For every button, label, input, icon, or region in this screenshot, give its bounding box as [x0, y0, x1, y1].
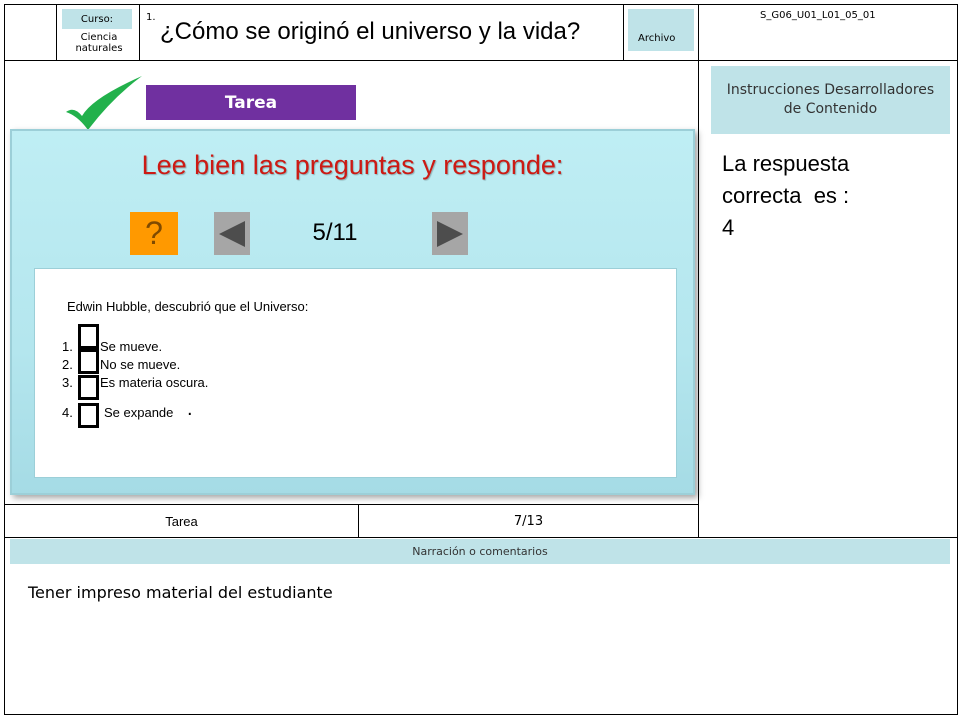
option-4-period: .	[187, 398, 193, 420]
option-1-text: Se mueve.	[100, 339, 163, 354]
narration-text: Tener impreso material del estudiante	[28, 583, 333, 602]
narration-top-line	[4, 537, 958, 538]
header-col-line-1	[56, 4, 57, 60]
arrow-left-icon	[219, 220, 245, 247]
archive-label: Archivo	[638, 33, 676, 44]
checkmark-icon	[66, 76, 142, 130]
option-2-number: 2.	[62, 357, 73, 372]
header-col-line-3	[623, 4, 624, 60]
next-button[interactable]	[432, 212, 468, 255]
course-value: Ciencia naturales	[75, 32, 123, 54]
option-3-text: Es materia oscura.	[100, 375, 209, 390]
answer-text: La respuesta correcta es :	[722, 151, 856, 208]
option-3-number: 3.	[62, 375, 73, 390]
option-4-checkbox[interactable]	[78, 403, 99, 428]
task-badge: Tarea	[146, 85, 356, 120]
option-2-text: No se mueve.	[100, 357, 181, 372]
header-divider	[4, 60, 958, 61]
panel-heading: Lee bien las preguntas y responde:	[141, 149, 564, 180]
page-title: ¿Cómo se originó el universo y la vida?	[160, 18, 581, 45]
option-4-number: 4.	[62, 405, 73, 420]
header-col-line-2	[139, 4, 140, 60]
answer-value: 4	[722, 215, 735, 240]
arrow-right-icon	[437, 220, 463, 247]
option-4-text: Se expande	[104, 405, 174, 420]
content-right-divider	[698, 4, 699, 537]
frame-right-line	[957, 4, 958, 715]
help-button[interactable]: ?	[130, 212, 178, 255]
option-2-checkbox[interactable]	[78, 349, 99, 374]
slide-code: S_G06_U01_L01_05_01	[760, 10, 876, 21]
archive-cell[interactable]: Archivo	[628, 9, 694, 51]
footer-page: 7/13	[513, 513, 544, 529]
previous-button[interactable]	[214, 212, 250, 255]
frame-left-line	[4, 4, 5, 715]
question-text: Edwin Hubble, descubrió que el Universo:	[67, 299, 309, 314]
lesson-number: 1.	[146, 12, 156, 23]
narration-label: Narración o comentarios	[10, 539, 950, 564]
instructions-title: Instrucciones Desarrolladores de Conteni…	[711, 66, 950, 134]
frame-top-line	[4, 4, 958, 5]
course-label: Curso:	[62, 9, 132, 29]
option-1-number: 1.	[62, 339, 73, 354]
frame-bottom-line	[4, 714, 958, 715]
option-3-checkbox[interactable]	[78, 375, 99, 400]
progress-indicator: 5/11	[312, 219, 358, 246]
option-1-checkbox[interactable]	[78, 324, 99, 349]
footer-type: Tarea	[165, 513, 198, 529]
